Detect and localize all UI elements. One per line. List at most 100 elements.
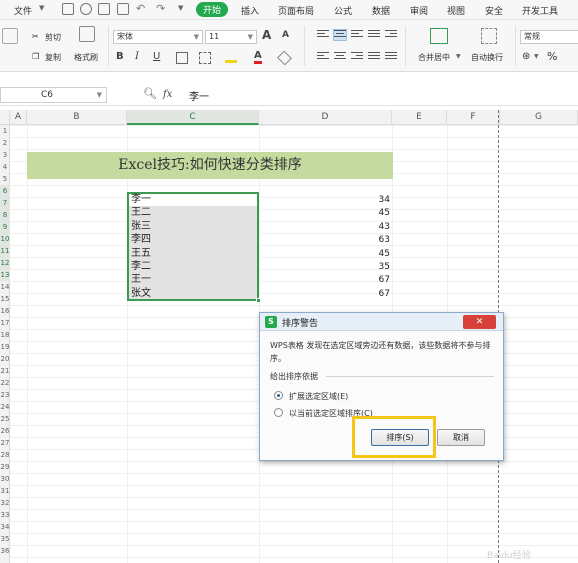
border-icon[interactable] bbox=[176, 52, 188, 64]
tab-security[interactable]: 安全 bbox=[485, 4, 503, 17]
row-header[interactable]: 12 bbox=[0, 257, 10, 269]
name-cell[interactable]: 王一 bbox=[131, 273, 151, 286]
paste-icon[interactable] bbox=[2, 28, 18, 44]
row-header[interactable]: 31 bbox=[0, 485, 10, 497]
wrap-lines-icon[interactable] bbox=[368, 30, 380, 40]
bold-button[interactable]: B bbox=[116, 51, 124, 62]
cut-icon[interactable]: ✂ bbox=[32, 32, 39, 41]
distributed-icon[interactable] bbox=[385, 52, 397, 62]
tab-developer[interactable]: 开发工具 bbox=[522, 4, 558, 17]
fill-color-icon[interactable] bbox=[225, 53, 237, 63]
tab-insert[interactable]: 插入 bbox=[241, 4, 259, 17]
number-format-select[interactable]: 常规 bbox=[520, 30, 578, 44]
value-cell[interactable]: 35 bbox=[350, 261, 390, 274]
row-header[interactable]: 26 bbox=[0, 425, 10, 437]
copy-button[interactable]: 复制 bbox=[45, 52, 61, 63]
tab-page-layout[interactable]: 页面布局 bbox=[278, 4, 314, 17]
align-left-icon[interactable] bbox=[317, 52, 329, 62]
title-cell[interactable]: Excel技巧:如何快速分类排序 bbox=[27, 152, 393, 179]
row-header[interactable]: 18 bbox=[0, 329, 10, 341]
expand-selection-radio[interactable] bbox=[274, 391, 283, 400]
column-header-c[interactable]: C bbox=[127, 110, 259, 125]
percent-button[interactable]: % bbox=[547, 50, 557, 63]
align-right-icon[interactable] bbox=[351, 52, 363, 62]
name-cell[interactable]: 张三 bbox=[131, 220, 151, 233]
file-menu[interactable]: 文件 bbox=[14, 4, 32, 17]
file-menu-chevron-icon[interactable]: ▼ bbox=[39, 4, 44, 12]
name-box[interactable]: C6 ▼ bbox=[0, 87, 107, 103]
close-button[interactable]: ✕ bbox=[463, 315, 496, 329]
font-name-select[interactable]: 宋体 ▼ bbox=[113, 30, 203, 44]
indent-icon[interactable] bbox=[385, 30, 397, 40]
row-header[interactable]: 19 bbox=[0, 341, 10, 353]
row-header[interactable]: 3 bbox=[0, 149, 10, 161]
current-selection-radio[interactable] bbox=[274, 408, 283, 417]
row-header[interactable]: 11 bbox=[0, 245, 10, 257]
row-header[interactable]: 2 bbox=[0, 137, 10, 149]
cut-button[interactable]: 剪切 bbox=[45, 32, 61, 43]
quick-access-chevron-icon[interactable]: ▼ bbox=[178, 4, 183, 12]
column-header-f[interactable]: F bbox=[447, 110, 500, 125]
row-header[interactable]: 6 bbox=[0, 185, 10, 197]
row-header[interactable]: 23 bbox=[0, 389, 10, 401]
row-header[interactable]: 22 bbox=[0, 377, 10, 389]
italic-button[interactable]: I bbox=[135, 51, 139, 62]
format-painter-button[interactable]: 格式刷 bbox=[74, 52, 98, 63]
row-header[interactable]: 15 bbox=[0, 293, 10, 305]
name-cell[interactable]: 王五 bbox=[131, 247, 151, 260]
row-header[interactable]: 34 bbox=[0, 521, 10, 533]
row-header[interactable]: 35 bbox=[0, 533, 10, 545]
column-header-a[interactable]: A bbox=[10, 110, 27, 125]
column-header-e[interactable]: E bbox=[392, 110, 447, 125]
row-header[interactable]: 5 bbox=[0, 173, 10, 185]
name-cell[interactable]: 张文 bbox=[131, 287, 151, 300]
redo-icon[interactable]: ↷ bbox=[156, 2, 165, 15]
format-painter-icon[interactable] bbox=[79, 26, 95, 42]
undo-icon[interactable]: ↶ bbox=[136, 2, 145, 15]
cancel-button[interactable]: 取消 bbox=[437, 429, 485, 446]
row-header[interactable]: 14 bbox=[0, 281, 10, 293]
row-header[interactable]: 32 bbox=[0, 497, 10, 509]
row-header[interactable]: 1 bbox=[0, 125, 10, 137]
font-color-icon[interactable]: A bbox=[254, 50, 262, 64]
column-header-d[interactable]: D bbox=[259, 110, 392, 125]
fill-handle[interactable] bbox=[256, 298, 261, 303]
merge-chevron-icon[interactable]: ▼ bbox=[456, 53, 461, 60]
value-cell[interactable]: 67 bbox=[350, 288, 390, 301]
row-header[interactable]: 36 bbox=[0, 545, 10, 557]
row-header[interactable]: 8 bbox=[0, 209, 10, 221]
column-header-b[interactable]: B bbox=[27, 110, 127, 125]
select-all-corner[interactable] bbox=[0, 110, 10, 125]
justify-icon[interactable] bbox=[368, 52, 380, 62]
value-cell[interactable]: 63 bbox=[350, 234, 390, 247]
row-header[interactable]: 33 bbox=[0, 509, 10, 521]
formula-input[interactable]: 李一 bbox=[189, 88, 209, 103]
row-header[interactable]: 27 bbox=[0, 437, 10, 449]
font-size-select[interactable]: 11 ▼ bbox=[205, 30, 257, 44]
dialog-titlebar[interactable]: S 排序警告 ✕ bbox=[260, 313, 503, 331]
save-icon[interactable] bbox=[62, 3, 74, 15]
currency-chevron-icon[interactable]: ▼ bbox=[534, 53, 539, 60]
clear-format-icon[interactable] bbox=[277, 50, 292, 66]
tab-formulas[interactable]: 公式 bbox=[334, 4, 352, 17]
align-center-icon[interactable] bbox=[334, 52, 346, 62]
currency-icon[interactable]: ⊛ bbox=[522, 51, 530, 62]
value-cell[interactable]: 45 bbox=[350, 248, 390, 261]
row-header[interactable]: 10 bbox=[0, 233, 10, 245]
cell-border-icon[interactable] bbox=[199, 52, 211, 64]
wrap-text-button[interactable]: 自动换行 bbox=[471, 52, 503, 63]
font-grow-icon[interactable]: A bbox=[262, 28, 271, 42]
row-header[interactable]: 30 bbox=[0, 473, 10, 485]
row-header[interactable]: 17 bbox=[0, 317, 10, 329]
tab-data[interactable]: 数据 bbox=[372, 4, 390, 17]
zoom-search-icon[interactable]: 🔍︎ bbox=[143, 87, 157, 100]
name-cell[interactable]: 李二 bbox=[131, 260, 151, 273]
row-header[interactable]: 20 bbox=[0, 353, 10, 365]
refresh-icon[interactable] bbox=[80, 3, 92, 15]
merge-center-button[interactable]: 合并居中 bbox=[418, 52, 450, 63]
name-cell[interactable]: 王二 bbox=[131, 206, 151, 219]
row-header[interactable]: 16 bbox=[0, 305, 10, 317]
align-top-icon[interactable] bbox=[317, 30, 329, 40]
value-cell[interactable]: 34 bbox=[350, 194, 390, 207]
tab-review[interactable]: 审阅 bbox=[410, 4, 428, 17]
